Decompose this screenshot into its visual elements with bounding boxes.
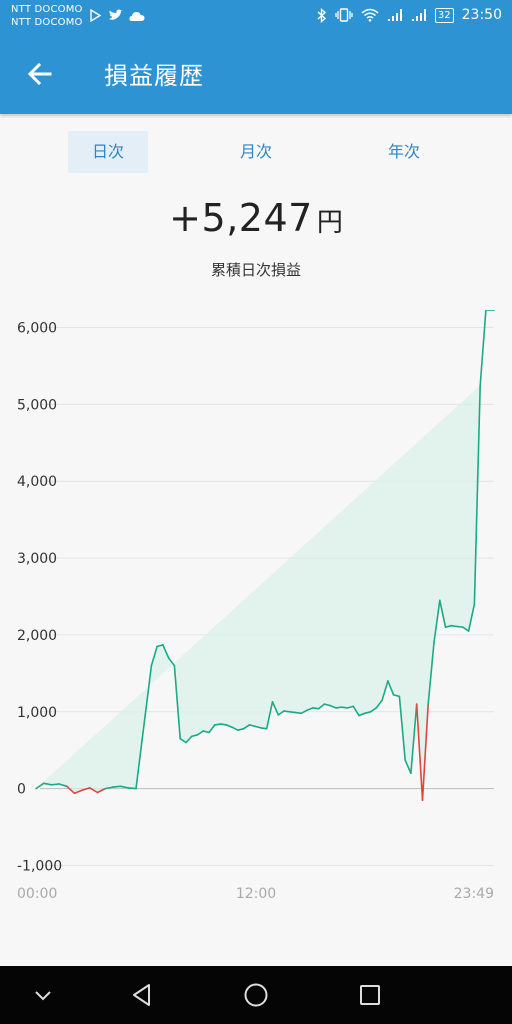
pnl-total: +5,247 円: [0, 196, 512, 240]
notification-icons: [89, 9, 145, 22]
vibrate-icon: [335, 8, 353, 22]
pnl-line-segment: [450, 624, 458, 628]
y-tick-label: 4,000: [17, 474, 57, 490]
pnl-line-segment: [294, 711, 303, 715]
y-tick-label: 3,000: [17, 551, 57, 567]
back-button[interactable]: [24, 58, 56, 90]
circle-home-icon: [244, 983, 268, 1007]
period-tabs: 日次 月次 年次: [0, 131, 512, 173]
carrier-2: NTT DOCOMO: [11, 17, 83, 28]
twitter-icon: [109, 9, 123, 20]
pnl-line-segment: [479, 310, 487, 387]
signal-icon-1: [387, 9, 402, 21]
pnl-line-segment: [288, 710, 297, 714]
square-recents-icon: [360, 985, 380, 1005]
play-store-icon: [90, 9, 102, 22]
cloud-icon: [129, 11, 145, 21]
system-nav-bar: [0, 966, 512, 1024]
y-tick-label: -1,000: [17, 859, 62, 875]
nav-home-button[interactable]: [240, 979, 272, 1011]
y-tick-label: 2,000: [17, 628, 57, 644]
y-tick-label: 6,000: [17, 321, 57, 337]
battery-icon: 32: [434, 7, 454, 23]
y-tick-label: 5,000: [17, 397, 57, 413]
pnl-label: 累積日次損益: [210, 261, 301, 279]
pnl-line-segment: [50, 783, 60, 786]
pnl-line-segment: [214, 723, 222, 726]
clock: 23:50: [461, 7, 502, 23]
pnl-chart: 6,000 5,000 4,000 3,000 2,000 1,000 0 -1,000 00:…: [17, 310, 495, 902]
nav-back-button[interactable]: [126, 979, 158, 1011]
pnl-line-segment: [219, 723, 228, 726]
nav-hide-button[interactable]: [27, 979, 59, 1011]
carrier-info: NTT DOCOMO NTT DOCOMO: [11, 3, 83, 29]
app-bar: 損益履歴: [0, 34, 512, 114]
tab-monthly[interactable]: 月次: [216, 131, 296, 173]
pnl-line-segment: [112, 785, 122, 788]
page-title: 損益履歴: [104, 62, 204, 90]
system-status: 32 23:50: [317, 7, 502, 23]
chevron-down-icon: [35, 991, 51, 1001]
pnl-line-segment: [283, 710, 291, 713]
pnl-line-segment: [335, 706, 343, 709]
arrow-left-icon: [27, 62, 52, 86]
status-bar: NTT DOCOMO NTT DOCOMO 32 23:50: [0, 0, 512, 34]
pnl-line-segment: [127, 787, 137, 790]
bluetooth-icon: [317, 7, 326, 23]
signal-icon-2: [411, 9, 426, 21]
pnl-line-segment: [312, 707, 320, 710]
x-tick-label: 23:49: [454, 886, 494, 902]
x-tick-label: 12:00: [236, 886, 276, 902]
pnl-line-segment: [456, 625, 464, 629]
pnl-line-segment: [35, 782, 45, 790]
nav-recents-button[interactable]: [354, 979, 386, 1011]
pnl-amount: +5,247: [169, 196, 313, 240]
tab-yearly[interactable]: 年次: [364, 131, 444, 173]
pnl-unit: 円: [316, 208, 343, 238]
carrier-1: NTT DOCOMO: [11, 4, 83, 15]
y-tick-label: 0: [17, 782, 26, 798]
pnl-line-segment: [260, 727, 268, 730]
pnl-line-segment: [340, 706, 349, 709]
tab-daily[interactable]: 日次: [68, 131, 148, 173]
triangle-back-icon: [133, 984, 150, 1006]
y-tick-label: 1,000: [17, 705, 57, 721]
wifi-icon: [361, 8, 379, 22]
x-tick-label: 00:00: [17, 886, 57, 902]
